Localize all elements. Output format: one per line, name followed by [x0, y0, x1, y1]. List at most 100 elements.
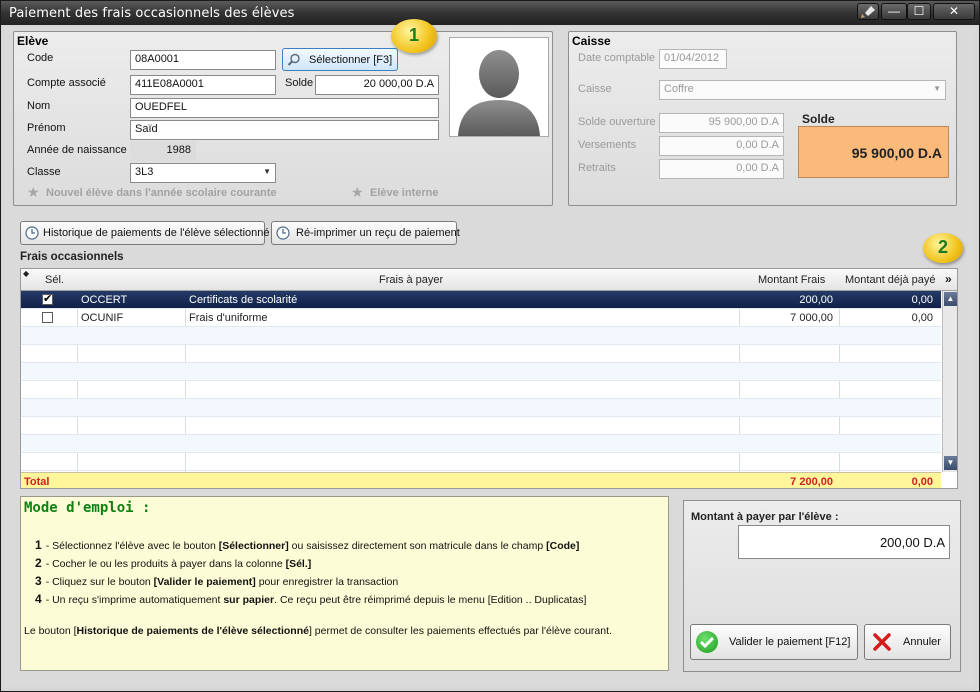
row-deja-paye: 0,00: [911, 312, 933, 324]
row-checkbox[interactable]: [42, 312, 53, 323]
star-icon: ★: [351, 184, 364, 200]
solde-caisse-value: 95 900,00 D.A: [798, 126, 949, 178]
scroll-down-icon[interactable]: ▼: [944, 456, 957, 470]
step-bold: [Code]: [546, 540, 580, 552]
historique-button[interactable]: Historique de paiements de l'élève sélec…: [20, 221, 270, 245]
col-montant[interactable]: Montant Frais: [758, 274, 825, 286]
validate-payment-button[interactable]: Valider le paiement [F12]: [690, 624, 858, 660]
empty-row: [21, 363, 941, 381]
caisse-label: Caisse: [578, 83, 612, 95]
frais-grid[interactable]: ◆ Sél. Frais à payer Montant Frais Monta…: [20, 268, 958, 489]
reimprimer-label: Ré-imprimer un reçu de paiement: [296, 227, 460, 239]
grid-scrollbar[interactable]: ▲ ▼: [942, 291, 957, 472]
empty-row: [21, 453, 941, 471]
annee-label: Année de naissance: [27, 144, 127, 156]
expand-columns-icon[interactable]: »: [945, 272, 952, 286]
step-text: - Cliquez sur le bouton: [45, 576, 154, 588]
step-number: 2: [35, 556, 42, 570]
step-bold: sur papier: [223, 594, 275, 606]
step-text: ou saisissez directement son matricule d…: [288, 540, 547, 552]
nouvel-eleve-toggle[interactable]: Nouvel élève dans l'année scolaire coura…: [46, 187, 277, 199]
solde-eleve-label: Solde: [285, 77, 314, 89]
versements-label: Versements: [578, 139, 637, 151]
footer-text: Le bouton [: [24, 625, 77, 637]
code-field[interactable]: 08A0001: [130, 50, 276, 70]
step-text: - Sélectionnez l'élève avec le bouton: [45, 540, 219, 552]
compte-label: Compte associé: [27, 77, 106, 89]
col-deja-paye[interactable]: Montant déjà payé: [845, 274, 936, 286]
col-sel[interactable]: Sél.: [45, 274, 64, 286]
scroll-up-icon[interactable]: ▲: [944, 292, 957, 306]
caisse-group-title: Caisse: [572, 34, 611, 48]
instruction-step: 4- Un reçu s'imprime automatiquement sur…: [35, 592, 586, 606]
tip-balloon-2: 2: [923, 233, 963, 263]
student-photo: [449, 37, 549, 137]
maximize-button[interactable]: ☐: [907, 3, 931, 20]
reimprimer-button[interactable]: Ré-imprimer un reçu de paiement: [271, 221, 460, 245]
history-icon: [276, 226, 290, 240]
chevron-down-icon: ▼: [263, 167, 271, 176]
empty-row: [21, 345, 941, 363]
avatar-icon: [458, 50, 540, 136]
col-frais[interactable]: Frais à payer: [379, 274, 443, 286]
step-text: pour enregistrer la transaction: [255, 576, 399, 588]
table-row[interactable]: OCUNIF Frais d'uniforme 7 000,00 0,00: [21, 309, 941, 327]
row-label: Certificats de scolarité: [189, 294, 298, 306]
history-icon: [25, 226, 39, 240]
step-text: . Ce reçu peut être réimprimé depuis le …: [274, 594, 587, 606]
classe-value: 3L3: [135, 166, 154, 178]
empty-row: [21, 435, 941, 453]
payment-window: Paiement des frais occasionnels des élèv…: [0, 0, 980, 692]
instruction-step: 2- Cocher le ou les produits à payer dan…: [35, 556, 311, 570]
versements-field: 0,00 D.A: [659, 136, 784, 156]
minimize-button[interactable]: —: [881, 3, 907, 20]
row-checkbox[interactable]: ✔: [42, 294, 53, 305]
row-label: Frais d'uniforme: [189, 312, 268, 324]
eleve-group-title: Elève: [17, 34, 49, 48]
select-eleve-label: Sélectionner [F3]: [309, 54, 393, 66]
footer-bold: Historique de paiements de l'élève sélec…: [76, 625, 309, 637]
window-title: Paiement des frais occasionnels des élèv…: [9, 6, 295, 21]
magnifier-icon: [287, 53, 301, 67]
brush-icon[interactable]: [857, 3, 879, 20]
instruction-step: 3- Cliquez sur le bouton [Valider le pai…: [35, 574, 398, 588]
annee-field: 1988: [130, 141, 196, 161]
retraits-field: 0,00 D.A: [659, 159, 784, 179]
cancel-button[interactable]: Annuler: [864, 624, 951, 660]
step-number: 1: [35, 538, 42, 552]
solde-ouverture-field: 95 900,00 D.A: [659, 113, 784, 133]
code-label: Code: [27, 52, 54, 64]
select-eleve-button[interactable]: Sélectionner [F3]: [282, 48, 398, 71]
sort-icon[interactable]: ◆: [23, 269, 29, 278]
eleve-interne-toggle[interactable]: Elève interne: [370, 187, 438, 199]
payment-amount-field[interactable]: 200,00 D.A: [738, 525, 950, 559]
step-bold: [Valider le paiement]: [153, 576, 256, 588]
grid-header: ◆ Sél. Frais à payer Montant Frais Monta…: [21, 269, 957, 291]
date-field: 01/04/2012: [659, 49, 727, 69]
nom-field[interactable]: OUEDFEL: [130, 98, 439, 118]
eleve-group: Elève Code 08A0001 Sélectionner [F3] Com…: [13, 31, 553, 206]
row-montant: 200,00: [799, 294, 833, 306]
total-label: Total: [24, 476, 50, 488]
empty-row: [21, 417, 941, 435]
row-montant: 7 000,00: [790, 312, 833, 324]
retraits-label: Retraits: [578, 162, 616, 174]
classe-select[interactable]: 3L3 ▼: [130, 163, 276, 183]
step-bold: [Sél.]: [285, 558, 312, 570]
table-row[interactable]: ✔ OCCERT Certificats de scolarité 200,00…: [21, 291, 941, 309]
step-text: - Un reçu s'imprime automatiquement: [45, 594, 224, 606]
row-code: OCCERT: [81, 294, 128, 306]
instruction-step: 1- Sélectionnez l'élève avec le bouton […: [35, 538, 579, 552]
tip-balloon-1: 1: [391, 19, 437, 53]
footer-text: ] permet de consulter les paiements effe…: [308, 625, 612, 637]
close-button[interactable]: ✕: [933, 3, 975, 20]
step-number: 3: [35, 574, 42, 588]
prenom-field[interactable]: Saïd: [130, 120, 439, 140]
solde-caisse-title: Solde: [802, 112, 835, 126]
check-icon: [696, 631, 718, 653]
classe-label: Classe: [27, 166, 61, 178]
caisse-value: Coffre: [664, 83, 694, 95]
caisse-select: Coffre ▼: [659, 80, 946, 100]
compte-field[interactable]: 411E08A0001: [130, 75, 276, 95]
title-bar[interactable]: Paiement des frais occasionnels des élèv…: [1, 1, 979, 25]
